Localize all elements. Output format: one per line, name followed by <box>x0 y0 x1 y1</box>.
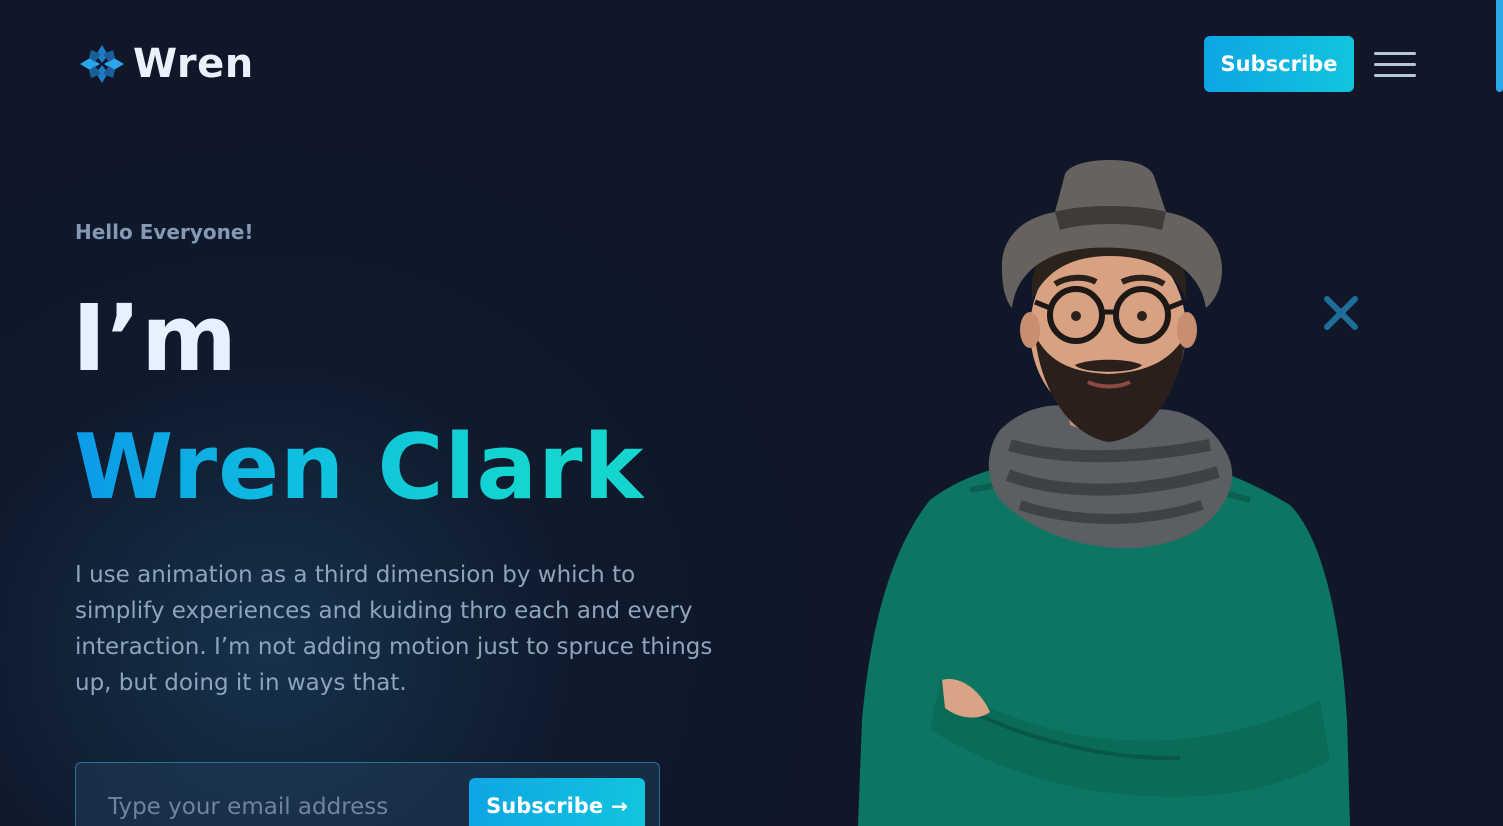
newsletter-subscribe-label: Subscribe <box>486 794 604 818</box>
newsletter-form: Subscribe → <box>75 762 660 826</box>
scrollbar-thumb[interactable] <box>1496 0 1503 92</box>
menu-line <box>1374 52 1416 55</box>
site-header: Wren Subscribe <box>0 0 1503 128</box>
menu-line <box>1374 63 1416 66</box>
logo[interactable]: Wren <box>77 40 254 88</box>
newsletter-subscribe-button[interactable]: Subscribe → <box>469 778 645 826</box>
hero-greeting: Hello Everyone! <box>75 220 254 244</box>
arrow-right-icon: → <box>611 794 628 818</box>
email-input[interactable] <box>106 789 466 825</box>
hero-intro-text: I use animation as a third dimension by … <box>75 562 713 696</box>
logo-mark-icon <box>80 45 124 83</box>
header-subscribe-button[interactable]: Subscribe <box>1204 36 1354 92</box>
hero-heading-prefix: I’m <box>72 285 238 392</box>
hamburger-menu-icon[interactable] <box>1374 50 1416 80</box>
menu-line <box>1374 74 1416 77</box>
portrait-image <box>858 160 1350 826</box>
logo-text: Wren <box>133 41 254 87</box>
page: Wren Subscribe Hello Everyone! I’m Wren … <box>0 0 1503 826</box>
hero-name: Wren Clark <box>74 415 645 520</box>
